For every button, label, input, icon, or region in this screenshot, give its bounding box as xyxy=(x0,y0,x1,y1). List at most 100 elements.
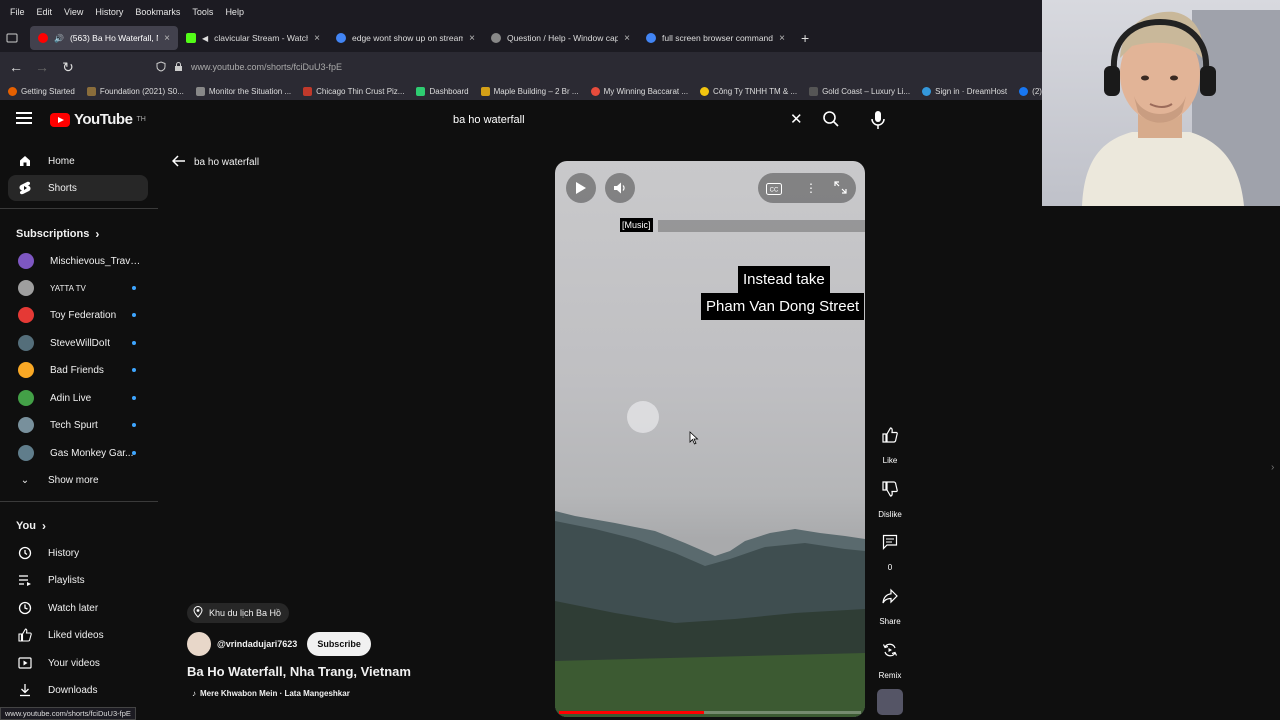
new-tab-button[interactable]: + xyxy=(793,26,817,50)
speaker-icon[interactable]: ◀ xyxy=(202,34,208,43)
closed-captions-icon[interactable]: CC xyxy=(766,182,782,200)
menu-history[interactable]: History xyxy=(89,7,129,17)
subscription-item[interactable]: Mischievous_Travel... xyxy=(8,248,148,274)
bookmark-item[interactable]: Công Ty TNHH TM & ... xyxy=(700,86,798,96)
subscription-label: Bad Friends xyxy=(50,364,104,376)
sidebar-item-shorts[interactable]: Shorts xyxy=(8,175,148,201)
sidebar-item-history[interactable]: History xyxy=(8,540,148,566)
share-button[interactable]: Share xyxy=(872,579,908,626)
bookmark-item[interactable]: My Winning Baccarat ... xyxy=(590,86,689,96)
menu-view[interactable]: View xyxy=(58,7,89,17)
channel-name[interactable]: @vrindadujari7623 xyxy=(217,639,297,649)
back-icon[interactable]: ← xyxy=(3,59,29,75)
tab-list-icon[interactable] xyxy=(0,26,24,50)
close-tab-icon[interactable]: × xyxy=(469,33,475,44)
bookmark-item[interactable]: Gold Coast – Luxury Li... xyxy=(809,86,911,96)
you-heading[interactable]: You › xyxy=(16,519,46,533)
chevron-right-icon: › xyxy=(41,519,46,533)
sidebar-item-watch-later[interactable]: Watch later xyxy=(8,595,148,621)
microphone-icon[interactable] xyxy=(870,110,888,130)
url-bar[interactable]: www.youtube.com/shorts/fciDuU3-fpE xyxy=(156,55,1086,79)
tab-fullscreen-command[interactable]: full screen browser command × xyxy=(638,26,793,50)
bookmark-item[interactable]: Sign in · DreamHost xyxy=(922,86,1007,96)
short-video-player[interactable] xyxy=(555,161,865,717)
bookmark-label: My Winning Baccarat ... xyxy=(603,86,689,96)
close-tab-icon[interactable]: × xyxy=(164,33,170,44)
subscription-item[interactable]: YATTA TV xyxy=(8,275,148,301)
remix-button[interactable]: Remix xyxy=(872,633,908,680)
sidebar-divider xyxy=(0,208,158,209)
tab-edge-question[interactable]: edge wont show up on streaml × xyxy=(328,26,483,50)
arrow-left-icon[interactable] xyxy=(171,155,186,170)
like-button[interactable]: Like xyxy=(872,418,908,465)
back-label: ba ho waterfall xyxy=(194,157,260,168)
song-link[interactable]: ♪ Mere Khwabon Mein · Lata Mangeshkar xyxy=(192,689,350,698)
bookmark-label: Gold Coast – Luxury Li... xyxy=(822,86,911,96)
search-input[interactable]: ba ho waterfall xyxy=(443,104,817,136)
sidebar-item-liked-videos[interactable]: Liked videos xyxy=(8,622,148,648)
volume-button[interactable] xyxy=(605,173,635,203)
menu-bookmarks[interactable]: Bookmarks xyxy=(129,7,186,17)
tab-youtube[interactable]: 🔊 (563) Ba Ho Waterfall, Nha × xyxy=(30,26,178,50)
your-videos-icon xyxy=(18,656,32,670)
you-title: You xyxy=(16,520,36,532)
close-tab-icon[interactable]: × xyxy=(779,33,785,44)
tab-kick[interactable]: ◀ clavicular Stream - Watch Li × xyxy=(178,26,328,50)
bookmark-item[interactable]: Maple Building – 2 Br ... xyxy=(480,86,579,96)
menu-edit[interactable]: Edit xyxy=(31,7,59,17)
bookmark-item[interactable]: Monitor the Situation ... xyxy=(195,86,291,96)
streamer-webcam-image xyxy=(1082,10,1280,206)
show-more-button[interactable]: ⌄ Show more xyxy=(8,467,148,493)
subscribe-button[interactable]: Subscribe xyxy=(307,632,371,656)
bookmark-label: Công Ty TNHH TM & ... xyxy=(713,86,798,96)
share-label: Share xyxy=(879,617,901,626)
dislike-button[interactable]: Dislike xyxy=(872,472,908,519)
sidebar-item-home[interactable]: Home xyxy=(8,148,148,174)
reload-icon[interactable]: ↻ xyxy=(55,59,81,76)
menu-help[interactable]: Help xyxy=(219,7,250,17)
subscription-item[interactable]: Tech Spurt xyxy=(8,412,148,438)
tracking-shield-icon[interactable] xyxy=(156,60,166,74)
search-icon[interactable] xyxy=(822,110,842,130)
avatar[interactable] xyxy=(187,632,211,656)
subscription-item[interactable]: Adin Live xyxy=(8,385,148,411)
hamburger-menu-icon[interactable] xyxy=(16,112,32,124)
close-tab-icon[interactable]: × xyxy=(314,33,320,44)
video-progress-bar[interactable] xyxy=(559,711,861,714)
subscriptions-heading[interactable]: Subscriptions › xyxy=(16,227,99,241)
bookmark-item[interactable]: Foundation (2021) S0... xyxy=(86,86,184,96)
menu-tools[interactable]: Tools xyxy=(186,7,219,17)
more-options-icon[interactable]: ⋮ xyxy=(805,181,817,195)
bookmark-item[interactable]: Chicago Thin Crust Piz... xyxy=(303,86,404,96)
comments-button[interactable]: 0 xyxy=(872,525,908,572)
subscription-item[interactable]: Gas Monkey Gar... xyxy=(8,440,148,466)
location-chip[interactable]: Khu du lịch Ba Hồ xyxy=(187,603,290,623)
speaker-icon[interactable]: 🔊 xyxy=(54,34,64,43)
short-title[interactable]: Ba Ho Waterfall, Nha Trang, Vietnam xyxy=(187,664,411,679)
forward-icon[interactable]: → xyxy=(29,59,55,75)
menu-file[interactable]: File xyxy=(4,7,31,17)
obs-favicon-icon xyxy=(491,33,501,43)
fullscreen-icon[interactable] xyxy=(834,181,847,199)
subscription-item[interactable]: Toy Federation xyxy=(8,302,148,328)
bookmark-item[interactable]: Dashboard xyxy=(416,86,469,96)
sidebar-item-label: Downloads xyxy=(48,684,98,696)
back-to-search[interactable]: ba ho waterfall xyxy=(171,155,260,170)
lock-icon[interactable] xyxy=(174,61,183,74)
subscription-item[interactable]: SteveWillDoIt xyxy=(8,330,148,356)
clear-search-icon[interactable]: ✕ xyxy=(790,110,803,128)
play-button[interactable] xyxy=(566,173,596,203)
sidebar-item-downloads[interactable]: Downloads xyxy=(8,677,148,703)
bookmark-item[interactable]: Getting Started xyxy=(8,86,75,96)
tab-window-capture[interactable]: Question / Help - Window capt × xyxy=(483,26,638,50)
subscription-item[interactable]: Bad Friends xyxy=(8,357,148,383)
sidebar-item-label: Home xyxy=(48,155,75,167)
sidebar-item-your-videos[interactable]: Your videos xyxy=(8,650,148,676)
comment-count: 0 xyxy=(887,563,893,572)
youtube-logo[interactable]: YouTube TH xyxy=(50,111,146,128)
scroll-arrow-icon[interactable]: › xyxy=(1271,462,1274,473)
close-tab-icon[interactable]: × xyxy=(624,33,630,44)
sound-thumbnail[interactable] xyxy=(877,689,903,715)
sidebar-item-playlists[interactable]: Playlists xyxy=(8,567,148,593)
location-label: Khu du lịch Ba Hồ xyxy=(209,608,282,618)
